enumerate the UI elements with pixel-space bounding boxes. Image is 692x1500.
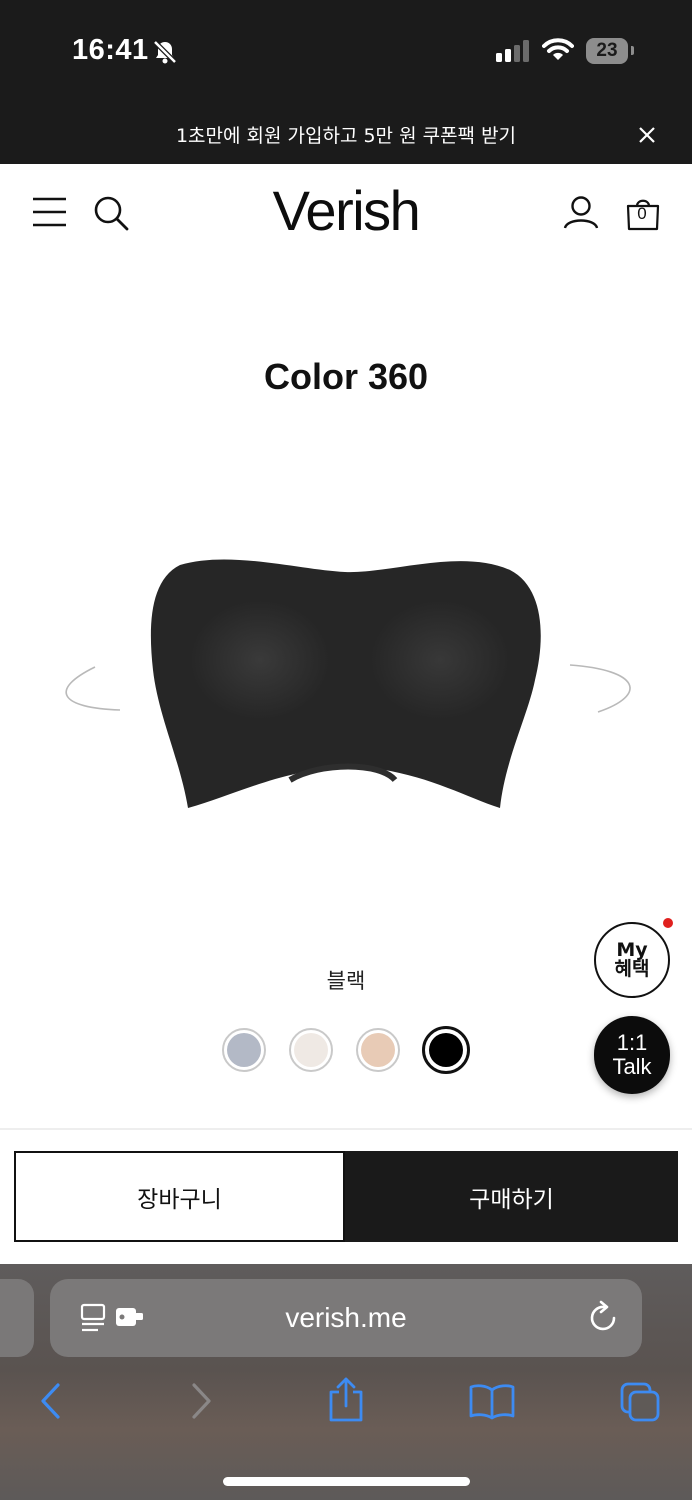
- divider: [0, 1128, 692, 1130]
- my-benefit-button[interactable]: My 혜택: [594, 922, 670, 998]
- silent-mode-icon: [153, 40, 177, 64]
- back-icon[interactable]: [36, 1382, 66, 1420]
- buy-now-button[interactable]: 구매하기: [345, 1151, 678, 1242]
- talk-line1: 1:1: [616, 1030, 648, 1055]
- rotate-left-arrow-icon[interactable]: [65, 666, 121, 711]
- status-time: 16:41: [72, 34, 149, 66]
- reload-icon[interactable]: [588, 1300, 620, 1334]
- talk-line2: Talk: [612, 1054, 652, 1079]
- wifi-icon: [542, 38, 574, 60]
- forward-icon[interactable]: [186, 1382, 216, 1420]
- battery-tip: [631, 46, 634, 55]
- share-icon[interactable]: [326, 1376, 366, 1424]
- previous-tab-preview[interactable]: [0, 1279, 34, 1357]
- tabs-icon[interactable]: [618, 1380, 662, 1424]
- home-indicator: [223, 1477, 470, 1486]
- strapless-bra-image: [150, 559, 541, 808]
- notification-dot: [663, 918, 673, 928]
- rotate-right-arrow-icon[interactable]: [569, 664, 631, 713]
- promo-banner-text[interactable]: 1초만에 회원 가입하고 5만 원 쿠폰팩 받기: [0, 121, 692, 148]
- color-swatch-black[interactable]: [422, 1026, 470, 1074]
- product-title: Color 360: [263, 356, 429, 397]
- color-swatch-beige[interactable]: [356, 1028, 400, 1072]
- battery-indicator: 23: [586, 38, 628, 64]
- color-swatch-ivory[interactable]: [289, 1028, 333, 1072]
- color-swatch-gray-blue[interactable]: [222, 1028, 266, 1072]
- cellular-signal-icon: [496, 40, 529, 62]
- cart-count-badge: 0: [637, 204, 647, 223]
- add-to-cart-button[interactable]: 장바구니: [14, 1151, 345, 1242]
- one-on-one-talk-button[interactable]: 1:1 Talk: [594, 1016, 670, 1094]
- product-360-viewer[interactable]: [0, 530, 692, 830]
- my-benefit-line2: 혜택: [614, 958, 650, 980]
- selected-color-label: 블랙: [326, 969, 366, 993]
- account-icon[interactable]: [562, 194, 600, 232]
- url-text[interactable]: verish.me: [50, 1302, 642, 1334]
- bookmarks-icon[interactable]: [468, 1382, 516, 1420]
- close-icon[interactable]: [632, 120, 660, 148]
